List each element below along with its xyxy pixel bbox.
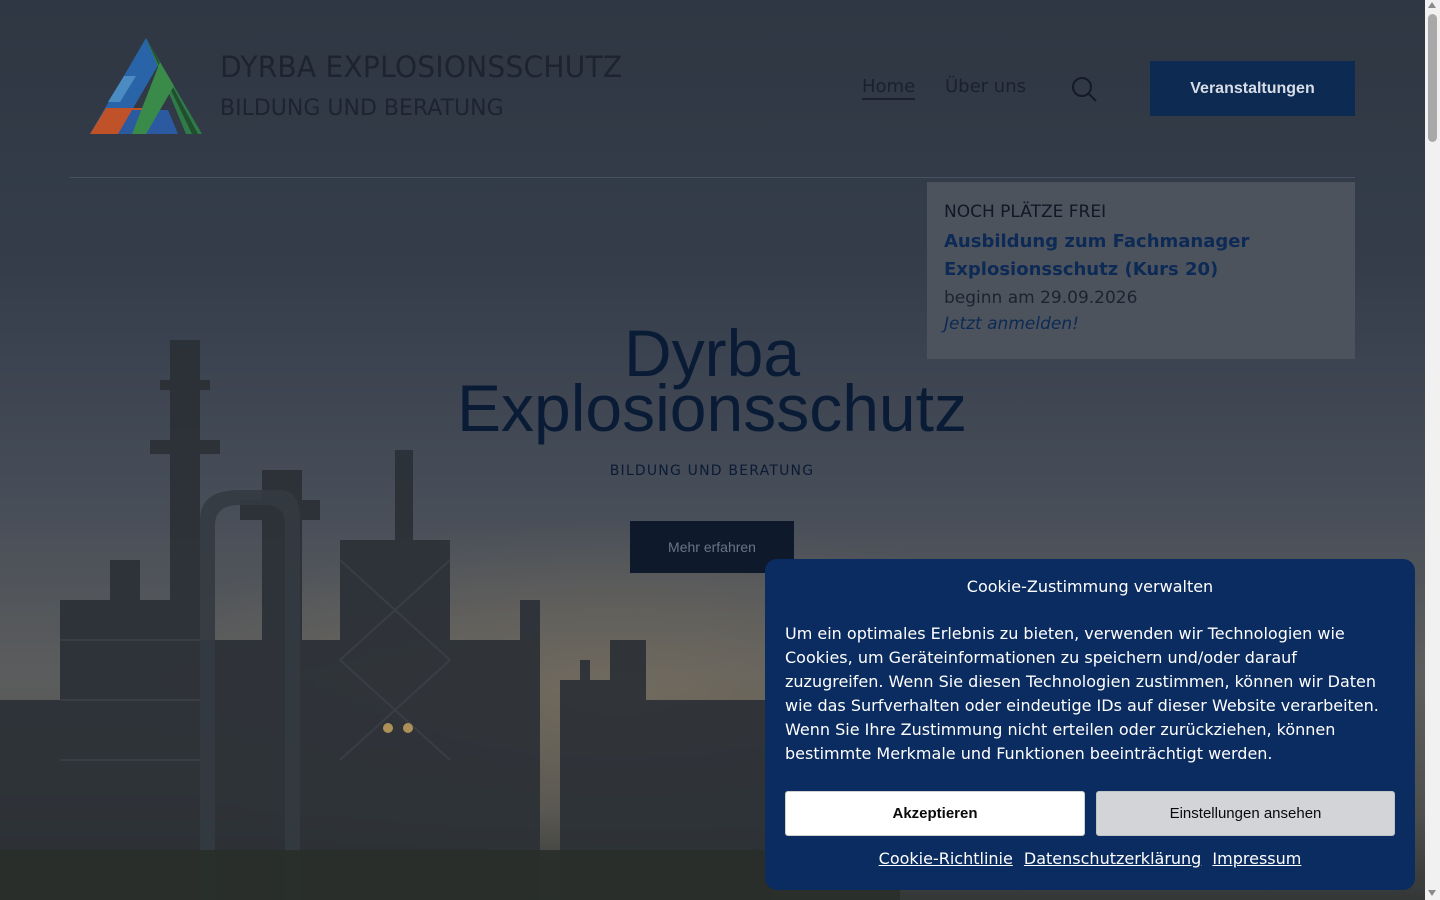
hero-title: Dyrba Explosionsschutz [412,320,1012,445]
cookie-policy-link[interactable]: Cookie-Richtlinie [879,849,1013,868]
header-divider [70,177,1355,178]
triangle-logo-icon [90,38,202,134]
logo-title: DYRBA EXPLOSIONSSCHUTZ [220,50,623,84]
page-scrollbar[interactable] [1425,0,1440,900]
promo-tag: NOCH PLÄTZE FREI [944,202,1107,222]
nav-about[interactable]: Über uns [945,76,1026,97]
cookie-description: Um ein optimales Erlebnis zu bieten, ver… [785,624,1379,763]
site-logo[interactable]: DYRBA EXPLOSIONSSCHUTZ BILDUNG UND BERAT… [88,36,658,138]
scroll-down-arrow-icon[interactable] [1428,890,1436,896]
cookie-title: Cookie-Zustimmung verwalten [966,577,1214,596]
promo-start-date: beginn am 29.09.2026 [944,288,1138,308]
nav-home[interactable]: Home [862,76,916,100]
imprint-link[interactable]: Impressum [1212,849,1301,868]
logo-subtitle: BILDUNG UND BERATUNG [220,96,504,121]
cookie-button-row: Akzeptieren Einstellungen ansehen [785,791,1395,837]
hero-title-line2: Explosionsschutz [457,371,967,445]
scroll-up-arrow-icon[interactable] [1428,2,1436,8]
privacy-policy-link[interactable]: Datenschutzerklärung [1024,849,1201,868]
cookie-consent-banner: Cookie-Zustimmung verwalten Um ein optim… [765,559,1415,890]
search-icon[interactable] [1071,76,1097,102]
hero-subtitle: BILDUNG UND BERATUNG [609,463,815,479]
cookie-settings-button[interactable]: Einstellungen ansehen [1096,791,1395,836]
accept-cookies-button[interactable]: Akzeptieren [785,791,1085,836]
events-button[interactable]: Veranstaltungen [1150,61,1355,116]
cookie-links: Cookie-Richtlinie Datenschutzerklärung I… [765,849,1415,868]
promo-course-link[interactable]: Ausbildung zum Fachmanager Explosionssch… [944,228,1338,284]
scroll-thumb[interactable] [1428,14,1437,142]
